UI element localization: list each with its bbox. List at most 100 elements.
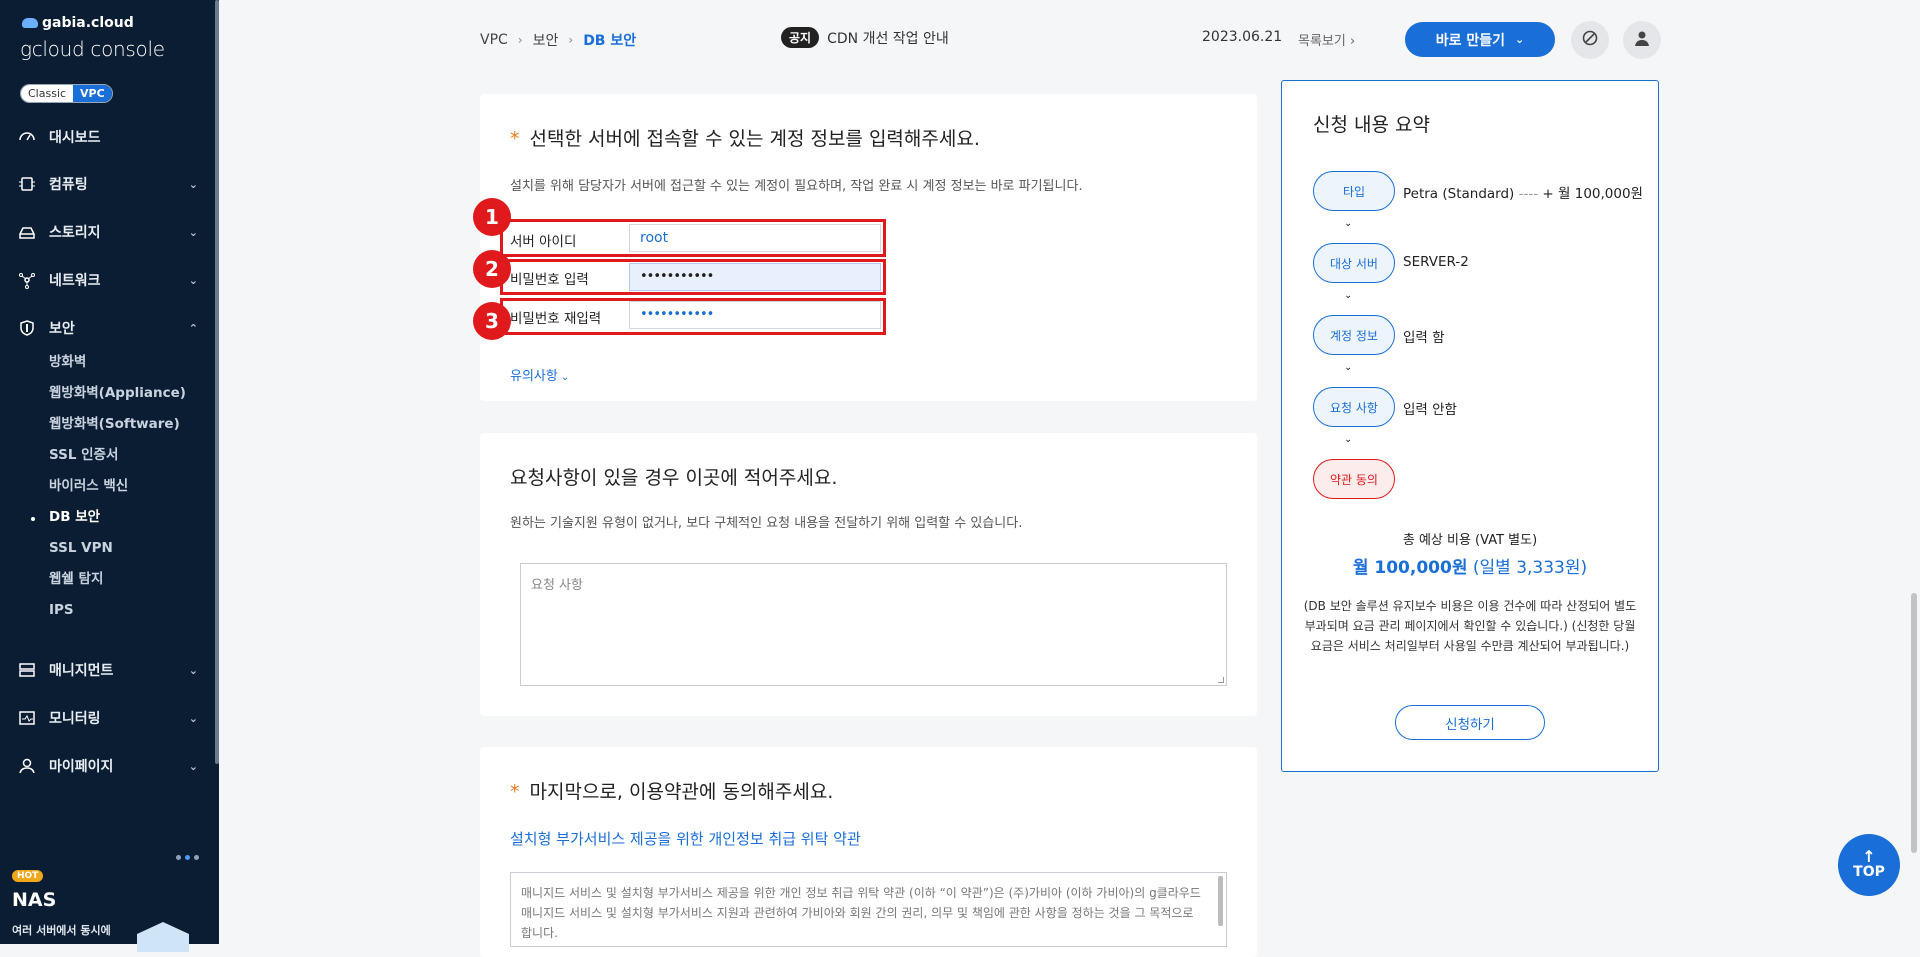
top-label: TOP — [1853, 864, 1885, 880]
promo-pager[interactable] — [176, 855, 199, 860]
chevron-down-icon: ⌄ — [557, 372, 570, 383]
request-title: 요청사항이 있을 경우 이곳에 적어주세요. — [510, 467, 838, 489]
pager-dot-active[interactable] — [185, 855, 190, 860]
nav-management-label: 매니지먼트 — [49, 663, 114, 679]
chevron-down-icon: ⌄ — [188, 225, 198, 239]
dash-separator: ---- — [1518, 186, 1539, 202]
nav-computing[interactable]: 컴퓨팅 ⌄ — [18, 172, 198, 196]
terms-title-text: 마지막으로, 이용약관에 동의해주세요. — [529, 781, 834, 803]
arrow-up-icon: ↑ — [1862, 847, 1876, 866]
summary-step-type[interactable]: 타입 — [1313, 171, 1395, 211]
chip-icon — [18, 175, 36, 193]
make-now-button[interactable]: 바로 만들기 ⌄ — [1405, 22, 1555, 57]
step-badge-3: 3 — [473, 302, 511, 340]
caution-toggle[interactable]: 유의사항 ⌄ — [510, 365, 569, 384]
notice-text[interactable]: CDN 개선 작업 안내 — [827, 28, 949, 48]
summary-step-account[interactable]: 계정 정보 — [1313, 315, 1395, 355]
pager-dot[interactable] — [194, 855, 199, 860]
user-icon — [18, 757, 36, 775]
chevron-right-icon: › — [517, 33, 523, 47]
mode-vpc[interactable]: VPC — [73, 85, 112, 102]
terms-textbox[interactable]: 매니지드 서비스 및 설치형 부가서비스 제공을 위한 개인 정보 취급 위탁 … — [510, 872, 1227, 947]
sidebar-item-ssl-vpn[interactable]: SSL VPN — [49, 538, 113, 558]
network-icon — [18, 271, 36, 289]
nav-dashboard[interactable]: 대시보드 — [18, 125, 198, 149]
summary-step-request[interactable]: 요청 사항 — [1313, 387, 1395, 427]
notice-bar[interactable]: 공지 CDN 개선 작업 안내 — [781, 27, 949, 48]
sidebar-item-webshell[interactable]: 웹쉘 탐지 — [49, 569, 103, 589]
notice-list-label: 목록보기 — [1298, 34, 1346, 49]
type-extra: + 월 100,000원 — [1542, 186, 1643, 202]
profile-button[interactable] — [1623, 21, 1661, 59]
active-dot — [31, 517, 35, 521]
highlight-box-2 — [500, 259, 886, 295]
notice-list-link[interactable]: 목록보기 › — [1298, 30, 1355, 49]
summary-step-server[interactable]: 대상 서버 — [1313, 243, 1395, 283]
nav-network-label: 네트워크 — [49, 273, 101, 289]
breadcrumb: VPC › 보안 › DB 보안 — [480, 30, 636, 50]
nav-mypage[interactable]: 마이페이지 ⌄ — [18, 754, 198, 778]
chevron-down-icon: ⌄ — [1344, 290, 1353, 301]
sidebar: gabia.cloud gcloud console Classic VPC 대… — [0, 0, 219, 952]
cost-note: (DB 보안 솔루션 유지보수 비용은 이용 건수에 따라 산정되어 별도 부과… — [1303, 599, 1637, 653]
sidebar-item-ssl-cert[interactable]: SSL 인증서 — [49, 445, 118, 465]
highlight-box-1 — [500, 219, 886, 257]
sidebar-item-ips[interactable]: IPS — [49, 600, 74, 620]
apply-button[interactable]: 신청하기 — [1395, 705, 1545, 740]
nav-storage[interactable]: 스토리지 ⌄ — [18, 220, 198, 244]
summary-server-value: SERVER-2 — [1403, 254, 1469, 270]
notice-tag: 공지 — [781, 27, 820, 48]
chat-icon — [1581, 29, 1599, 51]
type-value: Petra (Standard) — [1403, 186, 1515, 202]
summary-request-value: 입력 안함 — [1403, 402, 1457, 418]
chevron-right-icon: › — [1345, 34, 1356, 49]
sidebar-item-db-security[interactable]: DB 보안 — [49, 507, 100, 527]
main-scrollbar[interactable] — [1911, 593, 1917, 853]
brand-top: gabia.cloud — [42, 15, 134, 31]
chevron-down-icon: ⌄ — [188, 711, 198, 725]
monitor-icon — [18, 709, 36, 727]
caution-label: 유의사항 — [510, 369, 558, 384]
request-placeholder: 요청 사항 — [531, 578, 583, 593]
nav-management[interactable]: 매니지먼트 ⌄ — [18, 658, 198, 682]
chat-button[interactable] — [1571, 21, 1609, 59]
pager-dot[interactable] — [176, 855, 181, 860]
terms-link[interactable]: 설치형 부가서비스 제공을 위한 개인정보 취급 위탁 약관 — [510, 828, 861, 849]
sidebar-item-waf-appliance[interactable]: 웹방화벽(Appliance) — [49, 383, 186, 403]
account-desc: 설치를 위해 담당자가 서버에 접근할 수 있는 계정이 필요하며, 작업 완료… — [510, 179, 1083, 194]
breadcrumb-security[interactable]: 보안 — [533, 30, 559, 50]
brand-logo[interactable]: gabia.cloud — [22, 15, 134, 31]
brand-main[interactable]: gcloud console — [20, 37, 165, 61]
sidebar-scrollbar[interactable] — [215, 0, 219, 764]
sidebar-item-waf-software[interactable]: 웹방화벽(Software) — [49, 414, 180, 434]
request-textarea[interactable]: 요청 사항 — [520, 563, 1227, 686]
sidebar-item-antivirus[interactable]: 바이러스 백신 — [49, 476, 128, 496]
make-now-label: 바로 만들기 — [1435, 32, 1506, 49]
top-button[interactable]: ↑ TOP — [1838, 834, 1900, 896]
step-badge-1: 1 — [473, 198, 511, 236]
terms-card: * 마지막으로, 이용약관에 동의해주세요. 설치형 부가서비스 제공을 위한 개… — [480, 747, 1257, 957]
promo-subtitle: 여러 서버에서 동시에 — [12, 924, 111, 937]
sidebar-item-firewall[interactable]: 방화벽 — [49, 352, 86, 372]
summary-type-value: Petra (Standard) ---- + 월 100,000원 — [1403, 182, 1643, 202]
step-badge-2: 2 — [473, 250, 511, 288]
required-mark: * — [510, 128, 520, 150]
required-mark: * — [510, 781, 520, 803]
summary-panel: 신청 내용 요약 타입 Petra (Standard) ---- + 월 10… — [1281, 80, 1659, 772]
promo-image — [137, 922, 189, 952]
mode-classic[interactable]: Classic — [21, 85, 74, 102]
nav-network[interactable]: 네트워크 ⌄ — [18, 268, 198, 292]
nav-dashboard-label: 대시보드 — [49, 130, 101, 146]
nav-monitoring[interactable]: 모니터링 ⌄ — [18, 706, 198, 730]
chevron-up-icon: ⌃ — [188, 321, 198, 335]
chevron-down-icon: ⌄ — [1344, 434, 1353, 445]
nav-monitoring-label: 모니터링 — [49, 711, 101, 727]
nav-security[interactable]: 보안 ⌃ — [18, 316, 198, 340]
breadcrumb-vpc[interactable]: VPC — [480, 32, 508, 48]
promo-title[interactable]: NAS — [12, 889, 56, 911]
account-title: * 선택한 서버에 접속할 수 있는 계정 정보를 입력해주세요. — [510, 124, 980, 151]
user-icon — [1633, 29, 1651, 51]
summary-step-terms[interactable]: 약관 동의 — [1313, 459, 1395, 499]
resize-handle[interactable] — [1218, 677, 1224, 683]
terms-scrollbar[interactable] — [1218, 876, 1223, 926]
